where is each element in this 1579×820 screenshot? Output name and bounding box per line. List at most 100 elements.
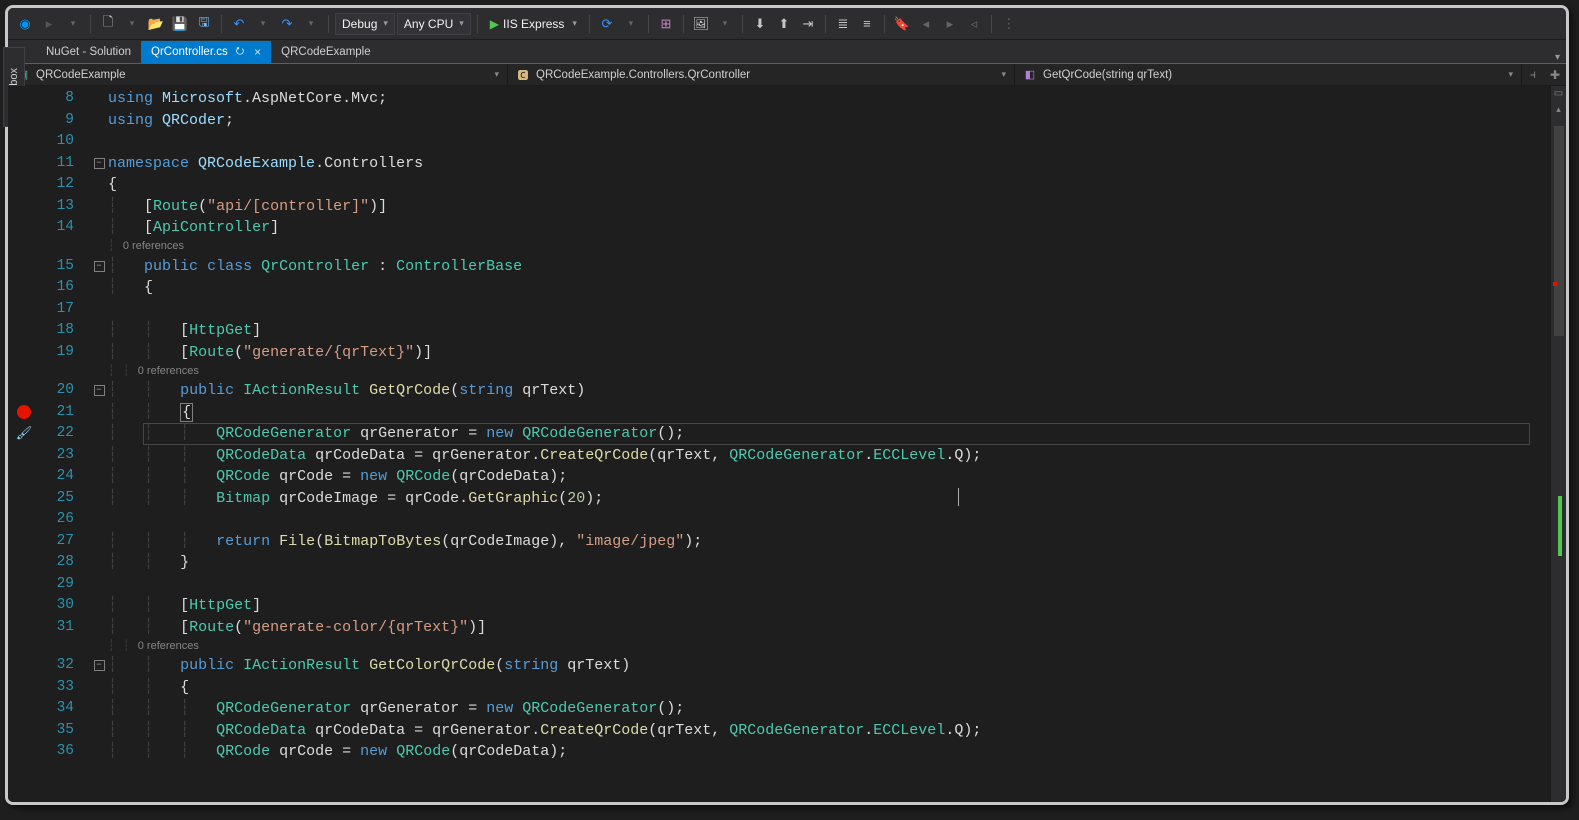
save-all-button[interactable]: 🖫: [193, 13, 215, 35]
split-view-button[interactable]: ⫞: [1522, 67, 1544, 82]
bookmark-clear-button[interactable]: ◃: [963, 13, 985, 35]
save-button[interactable]: 💾: [169, 13, 191, 35]
bookmark-next-button[interactable]: ▸: [939, 13, 961, 35]
redo-button[interactable]: ↷: [276, 13, 298, 35]
refresh-dropdown[interactable]: ▾: [620, 13, 642, 35]
code-line[interactable]: namespace QRCodeExample.Controllers: [108, 153, 1550, 175]
find-in-files-button[interactable]: 🖼: [690, 13, 712, 35]
code-line[interactable]: ┆ ┆ ┆ QRCodeData qrCodeData = qrGenerato…: [108, 720, 1550, 742]
code-line[interactable]: ┆ ┆ [HttpGet]: [108, 595, 1550, 617]
code-line[interactable]: ┆ ┆ [HttpGet]: [108, 320, 1550, 342]
line-number: 15: [40, 256, 84, 278]
tab-overflow-dropdown[interactable]: ▾: [1555, 52, 1566, 63]
browse-button[interactable]: ⊞: [655, 13, 677, 35]
fold-toggle[interactable]: −: [94, 385, 105, 396]
nav-project-label: QRCodeExample: [36, 69, 125, 81]
tab-label: QRCodeExample: [281, 46, 370, 58]
tab-nuget-solution[interactable]: NuGet - Solution: [36, 41, 141, 63]
class-icon: 🅲: [516, 68, 530, 82]
code-line[interactable]: ┆ public class QrController : Controller…: [108, 256, 1550, 278]
split-handle[interactable]: ▭: [1551, 88, 1566, 99]
new-project-dropdown[interactable]: ▾: [121, 13, 143, 35]
code-editor[interactable]: 8using Microsoft.AspNetCore.Mvc;9using Q…: [8, 86, 1550, 802]
comment-button[interactable]: ≣: [832, 13, 854, 35]
code-line[interactable]: ┆ ┆ ┆ return File(BitmapToBytes(qrCodeIm…: [108, 531, 1550, 553]
step-over-button[interactable]: ⬇: [749, 13, 771, 35]
play-icon: ▶: [490, 17, 499, 31]
code-line[interactable]: ┆ ┆ [Route("generate-color/{qrText}")]: [108, 617, 1550, 639]
bookmark-button[interactable]: 🔖: [891, 13, 913, 35]
line-number: 14: [40, 217, 84, 239]
code-lens[interactable]: ┆ 0 references: [108, 239, 1550, 255]
nav-back-button[interactable]: ◉: [14, 13, 36, 35]
breakpoint-icon[interactable]: [17, 405, 31, 419]
code-line[interactable]: using Microsoft.AspNetCore.Mvc;: [108, 88, 1550, 110]
code-lens[interactable]: ┆ ┆ 0 references: [108, 364, 1550, 380]
code-line[interactable]: ┆ ┆ [Route("generate/{qrText}")]: [108, 342, 1550, 364]
tab-label: QrController.cs: [151, 46, 228, 58]
code-line[interactable]: ┆ ┆ ┆ QRCode qrCode = new QRCode(qrCodeD…: [108, 466, 1550, 488]
run-button[interactable]: ▶ IIS Express ▾: [484, 13, 583, 35]
step-out-button[interactable]: ⇥: [797, 13, 819, 35]
line-number: 33: [40, 677, 84, 699]
line-number: 21: [40, 402, 84, 424]
code-line[interactable]: ┆ ┆ }: [108, 552, 1550, 574]
line-number: 20: [40, 380, 84, 402]
close-icon[interactable]: ×: [254, 45, 261, 59]
code-line[interactable]: ┆ ┆ ┆ QRCodeGenerator qrGenerator = new …: [108, 423, 1550, 445]
text-caret: [958, 488, 959, 506]
code-line[interactable]: ┆ [Route("api/[controller]")]: [108, 196, 1550, 218]
refresh-button[interactable]: ⟳: [596, 13, 618, 35]
code-line[interactable]: ┆ ┆ ┆ QRCode qrCode = new QRCode(qrCodeD…: [108, 741, 1550, 763]
platform-combo[interactable]: Any CPU ▾: [397, 13, 471, 35]
scroll-thumb[interactable]: [1554, 126, 1564, 336]
code-line[interactable]: {: [108, 174, 1550, 196]
redo-dropdown[interactable]: ▾: [300, 13, 322, 35]
code-line[interactable]: ┆ ┆ ┆ Bitmap qrCodeImage = qrCode.GetGra…: [108, 488, 1550, 510]
main-toolbar: ◉ ▸ ▾ 🗋 ▾ 📂 💾 🖫 ↶ ▾ ↷ ▾ Debug ▾ Any CPU …: [8, 8, 1566, 40]
open-button[interactable]: 📂: [145, 13, 167, 35]
scroll-up-icon[interactable]: ▴: [1551, 104, 1566, 115]
config-combo[interactable]: Debug ▾: [335, 13, 395, 35]
add-view-button[interactable]: ✚: [1544, 68, 1566, 82]
tab-qrcodeexample[interactable]: QRCodeExample: [271, 41, 380, 63]
code-line[interactable]: ┆ ┆ ┆ QRCodeData qrCodeData = qrGenerato…: [108, 445, 1550, 467]
find-in-files-dropdown[interactable]: ▾: [714, 13, 736, 35]
fold-toggle[interactable]: −: [94, 158, 105, 169]
fold-toggle[interactable]: −: [94, 261, 105, 272]
nav-project[interactable]: ▣ QRCodeExample ▾: [8, 64, 508, 85]
vertical-scrollbar[interactable]: ▭ ▴: [1550, 86, 1566, 802]
nav-class[interactable]: 🅲 QRCodeExample.Controllers.QrController…: [508, 64, 1015, 85]
code-line[interactable]: ┆ [ApiController]: [108, 217, 1550, 239]
code-line[interactable]: ┆ ┆ public IActionResult GetQrCode(strin…: [108, 380, 1550, 402]
nav-dropdown[interactable]: ▾: [62, 13, 84, 35]
line-number: 34: [40, 698, 84, 720]
undo-button[interactable]: ↶: [228, 13, 250, 35]
line-number: 19: [40, 342, 84, 364]
nav-fwd-button[interactable]: ▸: [38, 13, 60, 35]
change-marker: [1558, 496, 1562, 556]
fold-toggle[interactable]: −: [94, 660, 105, 671]
line-number: 27: [40, 531, 84, 553]
screwdriver-icon[interactable]: 🖌: [16, 423, 33, 445]
bookmark-prev-button[interactable]: ◂: [915, 13, 937, 35]
undo-dropdown[interactable]: ▾: [252, 13, 274, 35]
toolbar-overflow[interactable]: ⋮: [998, 13, 1020, 35]
new-project-button[interactable]: 🗋: [97, 13, 119, 35]
nav-member[interactable]: ◧ GetQrCode(string qrText) ▾: [1015, 64, 1522, 85]
code-lens[interactable]: ┆ ┆ 0 references: [108, 639, 1550, 655]
code-line[interactable]: ┆ ┆ ┆ QRCodeGenerator qrGenerator = new …: [108, 698, 1550, 720]
tab-qrcontroller[interactable]: QrController.cs ⭮ ×: [141, 41, 271, 63]
navigation-bar: ▣ QRCodeExample ▾ 🅲 QRCodeExample.Contro…: [8, 64, 1566, 86]
step-into-button[interactable]: ⬆: [773, 13, 795, 35]
line-number: 9: [40, 110, 84, 132]
uncomment-button[interactable]: ≡: [856, 13, 878, 35]
line-number: 18: [40, 320, 84, 342]
code-line[interactable]: ┆ {: [108, 277, 1550, 299]
code-line[interactable]: using QRCoder;: [108, 110, 1550, 132]
code-line[interactable]: ┆ ┆ public IActionResult GetColorQrCode(…: [108, 655, 1550, 677]
lock-icon: ⭮: [236, 44, 244, 61]
code-line[interactable]: ┆ ┆ {: [108, 677, 1550, 699]
method-icon: ◧: [1023, 68, 1037, 82]
code-line[interactable]: ┆ ┆ {: [108, 402, 1550, 424]
